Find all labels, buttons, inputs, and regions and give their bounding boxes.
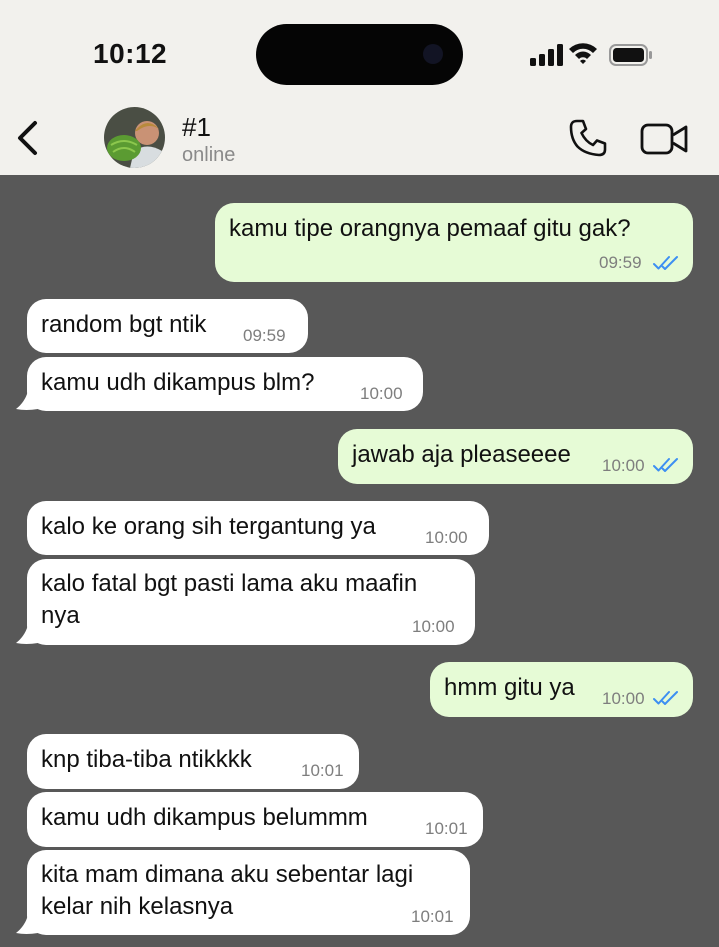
chat-header: #1 online bbox=[0, 100, 719, 175]
phone-icon[interactable] bbox=[568, 118, 608, 158]
message-text: kamu udh dikampus blm? bbox=[41, 369, 315, 396]
message-time: 10:00 bbox=[602, 456, 645, 475]
message-time: 10:00 bbox=[425, 528, 468, 547]
message-time: 09:59 bbox=[243, 326, 286, 345]
message-text: jawab aja pleaseeee bbox=[352, 441, 571, 468]
message-time: 09:59 bbox=[599, 253, 642, 272]
message-text: random bgt ntik bbox=[41, 311, 207, 338]
message-time: 10:01 bbox=[411, 907, 454, 926]
incoming-message[interactable]: kalo fatal bgt pasti lama aku maafin nya… bbox=[27, 559, 475, 645]
message-text: kamu tipe orangnya pemaaf gitu gak? bbox=[229, 215, 631, 242]
outgoing-message[interactable]: jawab aja pleaseeee 10:00 bbox=[338, 429, 693, 484]
video-camera-icon[interactable] bbox=[640, 122, 688, 156]
outgoing-message[interactable]: hmm gitu ya 10:00 bbox=[430, 662, 693, 717]
bubble-tail bbox=[16, 391, 38, 410]
status-time: 10:12 bbox=[93, 38, 168, 69]
message-text: kalo ke orang sih tergantung ya bbox=[41, 513, 376, 540]
message-text: kamu udh dikampus belummm bbox=[41, 804, 368, 831]
message-text: knp tiba-tiba ntikkkk bbox=[41, 746, 252, 773]
incoming-message[interactable]: kamu udh dikampus blm? 10:00 bbox=[27, 357, 423, 411]
double-check-icon bbox=[653, 691, 678, 705]
bubble-tail bbox=[16, 625, 38, 644]
double-check-icon bbox=[653, 256, 678, 270]
message-time: 10:00 bbox=[412, 617, 455, 636]
bubble-tail bbox=[16, 915, 38, 934]
message-time: 10:01 bbox=[425, 819, 468, 838]
message-text: kalo fatal bgt pasti lama aku maafin nya bbox=[41, 570, 418, 629]
message-time: 10:00 bbox=[602, 689, 645, 708]
incoming-message[interactable]: knp tiba-tiba ntikkkk 10:01 bbox=[27, 734, 359, 789]
outgoing-message[interactable]: kamu tipe orangnya pemaaf gitu gak? 09:5… bbox=[215, 203, 693, 282]
incoming-message[interactable]: kamu udh dikampus belummm 10:01 bbox=[27, 792, 483, 847]
cellular-signal-icon bbox=[530, 44, 563, 66]
contact-name[interactable]: #1 bbox=[182, 112, 211, 143]
message-text: hmm gitu ya bbox=[444, 674, 575, 701]
message-time: 10:00 bbox=[360, 384, 403, 403]
battery-icon bbox=[609, 44, 652, 66]
message-time: 10:01 bbox=[301, 761, 344, 780]
incoming-message[interactable]: random bgt ntik 09:59 bbox=[27, 299, 308, 353]
avatar[interactable] bbox=[104, 107, 165, 168]
chevron-left-icon[interactable] bbox=[14, 120, 40, 156]
chat-area[interactable]: kamu tipe orangnya pemaaf gitu gak? 09:5… bbox=[0, 175, 719, 947]
dynamic-island bbox=[256, 24, 463, 85]
wifi-icon bbox=[569, 43, 597, 64]
status-bar: 10:12 bbox=[0, 0, 719, 100]
incoming-message[interactable]: kita mam dimana aku sebentar lagi kelar … bbox=[27, 850, 470, 935]
camera-icon bbox=[423, 44, 443, 64]
contact-status: online bbox=[182, 144, 236, 166]
incoming-message[interactable]: kalo ke orang sih tergantung ya 10:00 bbox=[27, 501, 489, 555]
message-text: kita mam dimana aku sebentar lagi kelar … bbox=[41, 861, 414, 920]
double-check-icon bbox=[653, 458, 678, 472]
